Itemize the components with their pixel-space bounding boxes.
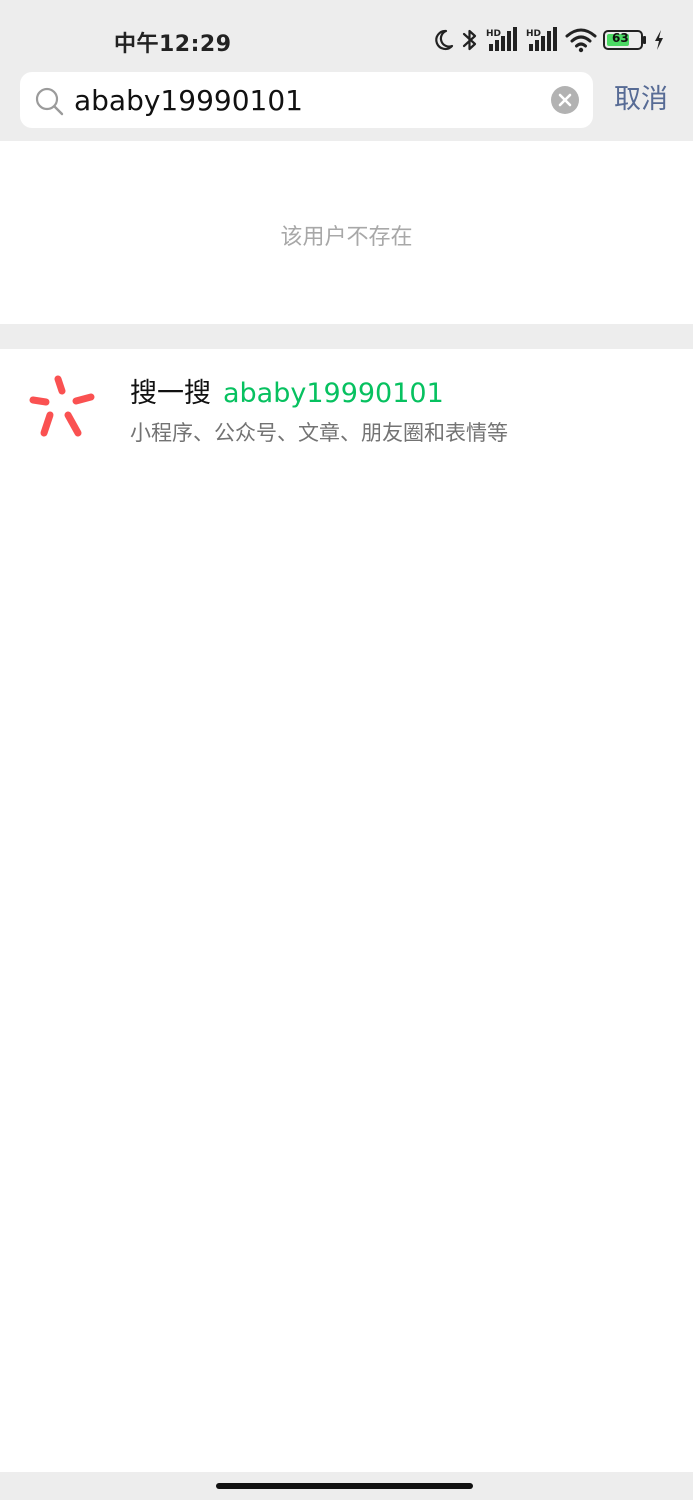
svg-text:HD: HD (526, 29, 541, 39)
souyisou-row[interactable]: 搜一搜 ababy19990101 小程序、公众号、文章、朋友圈和表情等 (0, 349, 693, 465)
moon-icon (435, 29, 454, 51)
signal-hd-icon: HD (486, 27, 517, 51)
search-icon (35, 87, 64, 116)
battery-level: 63 (612, 31, 629, 45)
souyisou-icon (29, 375, 95, 437)
bottom-bar (0, 1472, 693, 1500)
status-time: 中午12:29 (114, 32, 232, 57)
svg-text:HD: HD (486, 29, 501, 39)
not-found-text: 该用户不存在 (280, 225, 413, 250)
souyisou-title: 搜一搜 (130, 378, 211, 409)
status-bar: 中午12:29 HD HD 63 (0, 0, 693, 72)
battery-icon: 63 (603, 30, 647, 50)
charging-icon (655, 30, 663, 50)
search-box[interactable] (20, 72, 593, 128)
souyisou-title-line: 搜一搜 ababy19990101 (130, 371, 444, 409)
status-icons: HD HD 63 (431, 24, 665, 56)
souyisou-keyword: ababy19990101 (223, 378, 444, 409)
souyisou-subtitle: 小程序、公众号、文章、朋友圈和表情等 (130, 421, 508, 445)
signal-hd-icon: HD (526, 27, 557, 51)
search-input[interactable] (74, 80, 534, 120)
clear-icon[interactable] (551, 86, 579, 114)
search-row: 取消 (20, 72, 673, 128)
home-indicator[interactable] (216, 1483, 473, 1489)
bluetooth-icon (462, 29, 477, 51)
section-divider (0, 324, 693, 349)
cancel-button[interactable]: 取消 (614, 80, 668, 120)
not-found-section: 该用户不存在 (0, 141, 693, 324)
top-area: 中午12:29 HD HD 63 ababy19990101 取消 (0, 0, 693, 141)
wifi-icon (565, 28, 597, 53)
